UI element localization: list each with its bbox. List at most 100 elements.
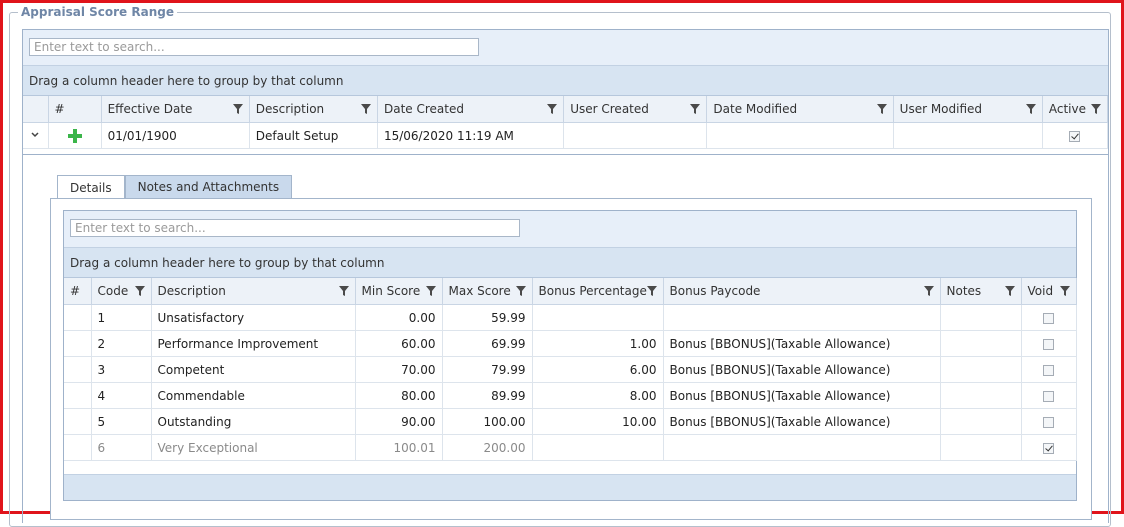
void-cell[interactable]: [1021, 434, 1077, 461]
void-checkbox[interactable]: [1043, 390, 1054, 402]
notes-cell[interactable]: [940, 434, 1022, 461]
bonus-percentage-cell[interactable]: 1.00: [532, 330, 664, 357]
max-score-cell[interactable]: 79.99: [442, 356, 533, 383]
effective-date-cell[interactable]: 01/01/1900: [101, 122, 250, 149]
bonus-paycode-cell[interactable]: Bonus [BBONUS](Taxable Allowance): [663, 382, 941, 409]
table-row[interactable]: 6 Very Exceptional 100.01 200.00: [64, 434, 1077, 461]
col-description[interactable]: Description: [151, 278, 356, 305]
description-cell[interactable]: Outstanding: [151, 408, 356, 435]
active-cell[interactable]: [1042, 122, 1109, 149]
table-row[interactable]: 5 Outstanding 90.00 100.00 10.00 Bonus […: [64, 408, 1077, 435]
user-created-cell[interactable]: [563, 122, 708, 149]
bonus-percentage-cell[interactable]: [532, 304, 664, 331]
col-min-score[interactable]: Min Score: [355, 278, 443, 305]
filter-icon[interactable]: [1025, 103, 1036, 115]
filter-icon[interactable]: [134, 285, 145, 297]
bonus-paycode-cell[interactable]: [663, 434, 941, 461]
col-code[interactable]: Code: [91, 278, 152, 305]
void-cell[interactable]: [1021, 408, 1077, 435]
void-checkbox[interactable]: [1043, 338, 1054, 350]
max-score-cell[interactable]: 89.99: [442, 382, 533, 409]
description-cell[interactable]: Performance Improvement: [151, 330, 356, 357]
col-date-created[interactable]: Date Created: [377, 96, 565, 123]
notes-cell[interactable]: [940, 330, 1022, 357]
col-bonus-paycode[interactable]: Bonus Paycode: [663, 278, 941, 305]
filter-icon[interactable]: [1059, 285, 1070, 297]
void-checkbox[interactable]: [1043, 364, 1054, 376]
col-number[interactable]: #: [64, 278, 92, 305]
filter-icon[interactable]: [425, 285, 436, 297]
notes-cell[interactable]: [940, 304, 1022, 331]
tab-details[interactable]: Details: [57, 175, 125, 199]
description-cell[interactable]: Unsatisfactory: [151, 304, 356, 331]
col-effective-date[interactable]: Effective Date: [101, 96, 250, 123]
notes-cell[interactable]: [940, 382, 1022, 409]
chevron-down-icon[interactable]: [30, 130, 40, 140]
max-score-cell[interactable]: 200.00: [442, 434, 533, 461]
void-cell[interactable]: [1021, 382, 1077, 409]
min-score-cell[interactable]: 0.00: [355, 304, 443, 331]
table-row[interactable]: 4 Commendable 80.00 89.99 8.00 Bonus [BB…: [64, 382, 1077, 409]
table-row[interactable]: 2 Performance Improvement 60.00 69.99 1.…: [64, 330, 1077, 357]
void-cell[interactable]: [1021, 356, 1077, 383]
max-score-cell[interactable]: 100.00: [442, 408, 533, 435]
code-cell[interactable]: 6: [91, 434, 152, 461]
description-cell[interactable]: Commendable: [151, 382, 356, 409]
tab-notes-and-attachments[interactable]: Notes and Attachments: [124, 175, 293, 198]
col-max-score[interactable]: Max Score: [442, 278, 533, 305]
void-cell[interactable]: [1021, 304, 1077, 331]
filter-icon[interactable]: [1091, 103, 1101, 115]
col-user-modified[interactable]: User Modified: [893, 96, 1043, 123]
col-notes[interactable]: Notes: [940, 278, 1022, 305]
code-cell[interactable]: 4: [91, 382, 152, 409]
col-bonus-percentage[interactable]: Bonus Percentage: [532, 278, 664, 305]
void-checkbox[interactable]: [1043, 416, 1054, 428]
description-cell[interactable]: Default Setup: [249, 122, 378, 149]
plus-icon[interactable]: [67, 128, 82, 143]
bonus-percentage-cell[interactable]: 8.00: [532, 382, 664, 409]
filter-icon[interactable]: [1004, 285, 1015, 297]
col-description[interactable]: Description: [249, 96, 378, 123]
min-score-cell[interactable]: 90.00: [355, 408, 443, 435]
bonus-paycode-cell[interactable]: [663, 304, 941, 331]
description-cell[interactable]: Very Exceptional: [151, 434, 356, 461]
description-cell[interactable]: Competent: [151, 356, 356, 383]
code-cell[interactable]: 2: [91, 330, 152, 357]
notes-cell[interactable]: [940, 408, 1022, 435]
filter-icon[interactable]: [547, 103, 558, 115]
inner-search-input[interactable]: [70, 219, 520, 237]
code-cell[interactable]: 1: [91, 304, 152, 331]
filter-icon[interactable]: [338, 285, 349, 297]
bonus-paycode-cell[interactable]: Bonus [BBONUS](Taxable Allowance): [663, 408, 941, 435]
filter-icon[interactable]: [646, 285, 657, 297]
filter-icon[interactable]: [690, 103, 701, 115]
max-score-cell[interactable]: 59.99: [442, 304, 533, 331]
filter-icon[interactable]: [360, 103, 371, 115]
table-row[interactable]: 1 Unsatisfactory 0.00 59.99: [64, 304, 1077, 331]
col-void[interactable]: Void: [1021, 278, 1077, 305]
outer-group-panel[interactable]: Drag a column header here to group by th…: [23, 66, 1108, 96]
min-score-cell[interactable]: 80.00: [355, 382, 443, 409]
col-user-created[interactable]: User Created: [563, 96, 708, 123]
date-created-cell[interactable]: 15/06/2020 11:19 AM: [377, 122, 565, 149]
min-score-cell[interactable]: 60.00: [355, 330, 443, 357]
inner-group-panel[interactable]: Drag a column header here to group by th…: [64, 248, 1076, 278]
bonus-paycode-cell[interactable]: Bonus [BBONUS](Taxable Allowance): [663, 330, 941, 357]
filter-icon[interactable]: [876, 103, 887, 115]
add-cell[interactable]: [48, 122, 102, 149]
filter-icon[interactable]: [923, 285, 934, 297]
max-score-cell[interactable]: 69.99: [442, 330, 533, 357]
notes-cell[interactable]: [940, 356, 1022, 383]
void-checkbox[interactable]: [1043, 312, 1054, 324]
outer-search-input[interactable]: [29, 38, 479, 56]
void-checkbox[interactable]: [1043, 442, 1054, 454]
col-number[interactable]: #: [48, 96, 102, 123]
bonus-percentage-cell[interactable]: 6.00: [532, 356, 664, 383]
bonus-paycode-cell[interactable]: Bonus [BBONUS](Taxable Allowance): [663, 356, 941, 383]
col-active[interactable]: Active: [1042, 96, 1109, 123]
code-cell[interactable]: 5: [91, 408, 152, 435]
bonus-percentage-cell[interactable]: 10.00: [532, 408, 664, 435]
filter-icon[interactable]: [232, 103, 243, 115]
date-modified-cell[interactable]: [706, 122, 894, 149]
col-date-modified[interactable]: Date Modified: [706, 96, 894, 123]
